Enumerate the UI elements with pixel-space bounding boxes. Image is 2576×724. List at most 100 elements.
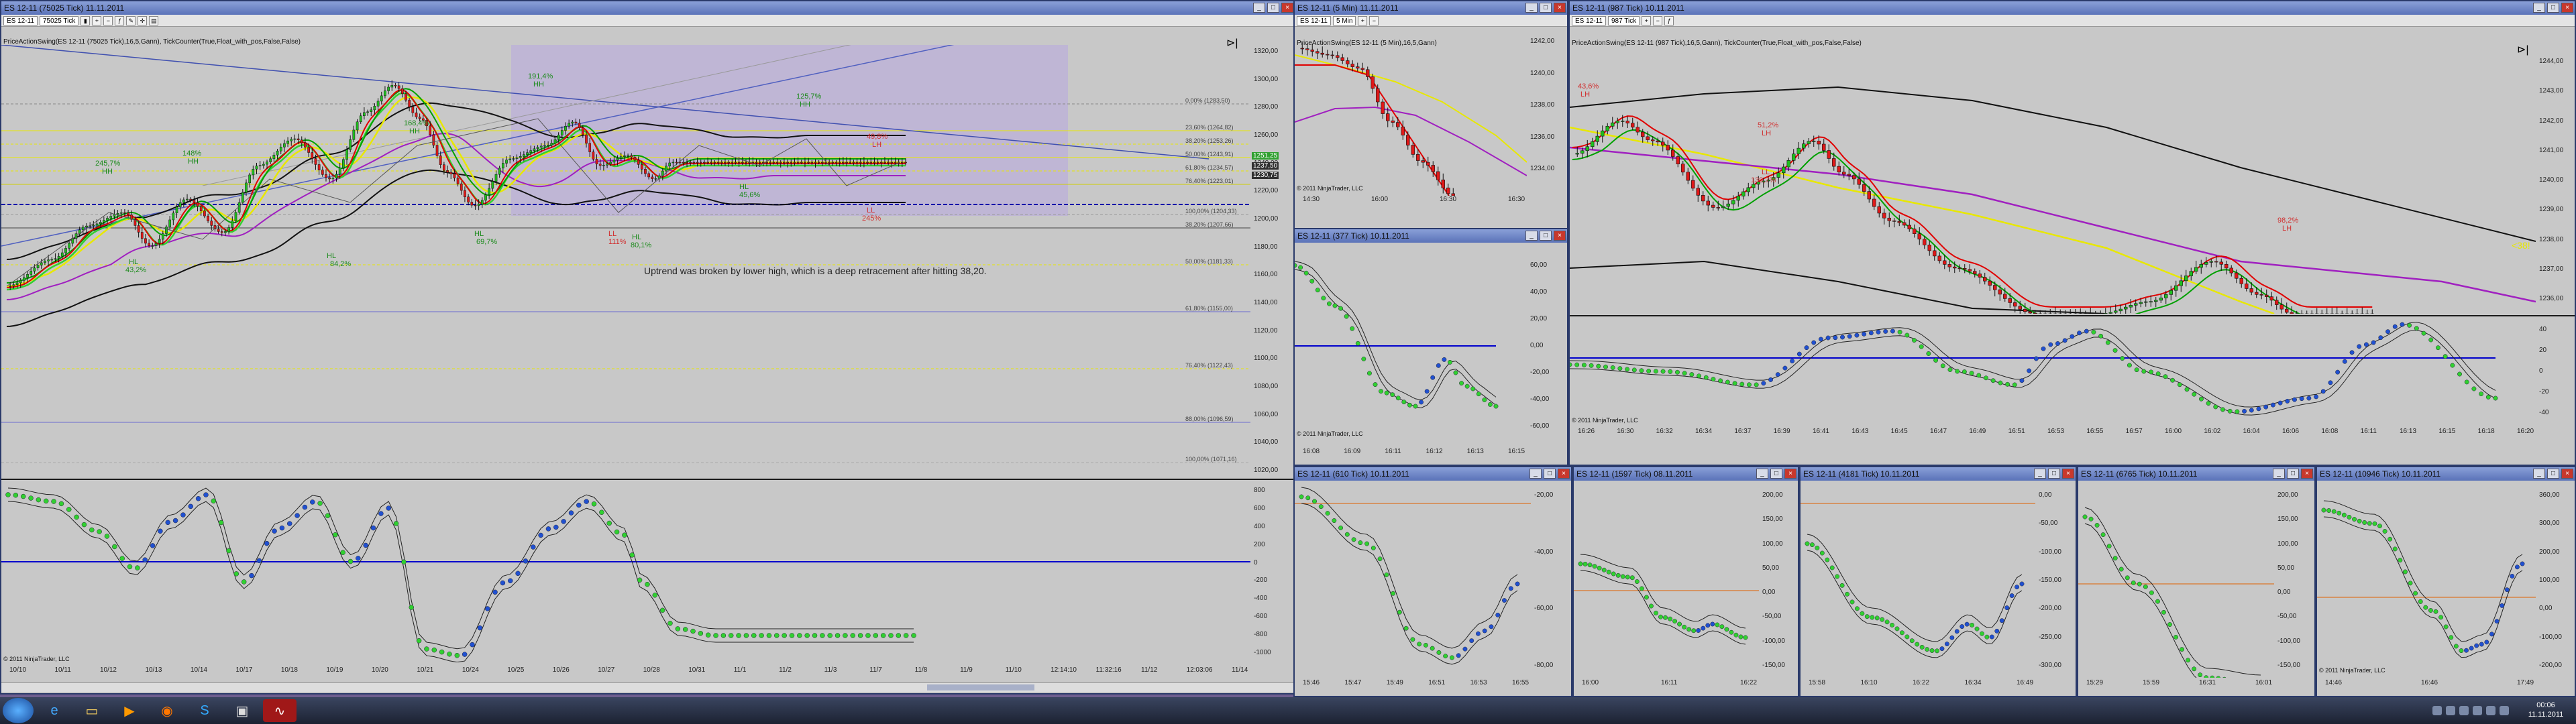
- network-icon[interactable]: [2486, 706, 2496, 715]
- price-plot[interactable]: [1295, 28, 1527, 196]
- close-button[interactable]: ×: [1558, 469, 1570, 479]
- title-bar[interactable]: ES 12-11 (4181 Tick) 10.11.2011 _ □ ×: [1801, 467, 2076, 481]
- properties-icon[interactable]: ▤: [149, 15, 159, 25]
- oscillator-dot: [477, 625, 483, 631]
- close-button[interactable]: ×: [1554, 231, 1566, 241]
- oscillator-plot[interactable]: [1574, 483, 1759, 678]
- period-selector[interactable]: 75025 Tick: [39, 15, 79, 25]
- period-selector[interactable]: 5 Min: [1332, 15, 1356, 25]
- minimize-button[interactable]: _: [2273, 469, 2285, 479]
- volume-icon[interactable]: [2473, 706, 2482, 715]
- flag-icon[interactable]: [2500, 706, 2509, 715]
- zoom-out-icon[interactable]: −: [1369, 15, 1379, 25]
- maximize-button[interactable]: □: [1540, 3, 1552, 13]
- axis-tick-label: 10/18: [280, 666, 298, 674]
- zoom-out-icon[interactable]: −: [1653, 15, 1663, 25]
- oscillator-dot: [2143, 584, 2148, 589]
- start-button[interactable]: [3, 698, 34, 723]
- oscillator-dot: [1449, 655, 1454, 660]
- candle-body: [464, 190, 466, 197]
- system-tray[interactable]: [2432, 706, 2509, 715]
- title-bar[interactable]: ES 12-11 (75025 Tick) 11.11.2011 _ □ ×: [1, 1, 1295, 15]
- title-bar[interactable]: ES 12-11 (377 Tick) 10.11.2011 _ □ ×: [1295, 229, 1567, 243]
- instrument-selector[interactable]: ES 12-11: [1297, 15, 1331, 25]
- ninjatrader-icon[interactable]: ∿: [263, 699, 297, 722]
- clock[interactable]: 00:06 11.11.2011: [2516, 697, 2576, 724]
- maximize-button[interactable]: □: [1544, 469, 1556, 479]
- maximize-button[interactable]: □: [2547, 469, 2559, 479]
- oscillator-plot[interactable]: [1295, 245, 1527, 446]
- maximize-button[interactable]: □: [1770, 469, 1782, 479]
- zoom-in-icon[interactable]: +: [1642, 15, 1652, 25]
- indicators-icon[interactable]: ƒ: [115, 15, 125, 25]
- indicators-icon[interactable]: ƒ: [1664, 15, 1674, 25]
- price-plot[interactable]: 43,6%LH51,2%LHLL139,7%98,2%LH: [1570, 47, 2536, 314]
- title-bar[interactable]: ES 12-11 (6765 Tick) 10.11.2011 _ □ ×: [2078, 467, 2314, 481]
- close-button[interactable]: ×: [2301, 469, 2313, 479]
- minimize-button[interactable]: _: [2533, 469, 2545, 479]
- tray-icon[interactable]: [2446, 706, 2455, 715]
- media-icon[interactable]: ▶: [113, 699, 146, 722]
- close-button[interactable]: ×: [2561, 3, 2573, 13]
- minimize-button[interactable]: _: [2034, 469, 2046, 479]
- oscillator-plot[interactable]: [1570, 318, 2536, 425]
- bars-icon[interactable]: ▮: [80, 15, 91, 25]
- skype-icon[interactable]: S: [188, 699, 221, 722]
- window-title: ES 12-11 (1597 Tick) 08.11.2011: [1576, 469, 1693, 479]
- zoom-out-icon[interactable]: −: [103, 15, 113, 25]
- swing-label: 43,2%: [125, 266, 146, 274]
- period-selector[interactable]: 987 Tick: [1607, 15, 1640, 25]
- oscillator-plot[interactable]: [2078, 483, 2274, 678]
- zoom-in-icon[interactable]: +: [1358, 15, 1368, 25]
- title-bar[interactable]: ES 12-11 (610 Tick) 10.11.2011 _ □ ×: [1295, 467, 1571, 481]
- title-bar[interactable]: ES 12-11 (10946 Tick) 10.11.2011 _ □ ×: [2317, 467, 2575, 481]
- maximize-button[interactable]: □: [2547, 3, 2559, 13]
- title-bar[interactable]: ES 12-11 (987 Tick) 10.11.2011 _ □ ×: [1570, 1, 2575, 15]
- close-button[interactable]: ×: [2561, 469, 2573, 479]
- instrument-selector[interactable]: ES 12-11: [3, 15, 38, 25]
- minimize-button[interactable]: _: [1529, 469, 1542, 479]
- oscillator-dot: [1862, 331, 1867, 337]
- tray-icon[interactable]: [2432, 706, 2442, 715]
- axis-tick-label: -40,00: [1530, 396, 1550, 403]
- oscillator-dot: [1691, 628, 1697, 634]
- oscillator-plot[interactable]: [1801, 483, 2035, 678]
- minimize-button[interactable]: _: [1525, 3, 1538, 13]
- instrument-selector[interactable]: ES 12-11: [1572, 15, 1606, 25]
- firefox-icon[interactable]: ◉: [150, 699, 184, 722]
- oscillator-dot: [447, 651, 452, 657]
- oscillator-plot[interactable]: [1295, 483, 1531, 678]
- close-button[interactable]: ×: [2062, 469, 2074, 479]
- collapse-icon[interactable]: ⊳|: [2517, 43, 2529, 56]
- collapse-icon[interactable]: ⊳|: [1226, 36, 1238, 50]
- close-button[interactable]: ×: [1784, 469, 1796, 479]
- main-oscillator-plot[interactable]: [1, 481, 1250, 662]
- oscillator-dot: [211, 498, 217, 504]
- minimize-button[interactable]: _: [1525, 231, 1538, 241]
- app-icon[interactable]: ▣: [225, 699, 259, 722]
- maximize-button[interactable]: □: [1267, 3, 1279, 13]
- oscillator-plot[interactable]: [2317, 483, 2536, 678]
- axis-tick-label: 20,00: [1530, 315, 1548, 322]
- maximize-button[interactable]: □: [2048, 469, 2060, 479]
- crosshair-icon[interactable]: ✛: [138, 15, 148, 25]
- draw-icon[interactable]: ✎: [126, 15, 136, 25]
- ie-icon[interactable]: e: [38, 699, 71, 722]
- candle-body: [668, 162, 672, 167]
- maximize-button[interactable]: □: [2287, 469, 2299, 479]
- zoom-in-icon[interactable]: +: [92, 15, 102, 25]
- main-price-plot[interactable]: 0,00% (1283,50) 23,60% (1264,82) 38,20% (1…: [1, 45, 1250, 477]
- tray-icon[interactable]: [2459, 706, 2469, 715]
- horizontal-scrollbar[interactable]: [1, 682, 1295, 692]
- close-button[interactable]: ×: [1281, 3, 1293, 13]
- minimize-button[interactable]: _: [1253, 3, 1265, 13]
- minimize-button[interactable]: _: [2533, 3, 2545, 13]
- maximize-button[interactable]: □: [1540, 231, 1552, 241]
- candle-body: [849, 162, 852, 164]
- title-bar[interactable]: ES 12-11 (5 Min) 11.11.2011 _ □ ×: [1295, 1, 1567, 15]
- folder-icon[interactable]: ▭: [75, 699, 109, 722]
- price-axis[interactable]: 1320,001300,001280,001260,001240,001220,…: [1252, 45, 1295, 477]
- close-button[interactable]: ×: [1554, 3, 1566, 13]
- minimize-button[interactable]: _: [1756, 469, 1768, 479]
- title-bar[interactable]: ES 12-11 (1597 Tick) 08.11.2011 _ □ ×: [1574, 467, 1798, 481]
